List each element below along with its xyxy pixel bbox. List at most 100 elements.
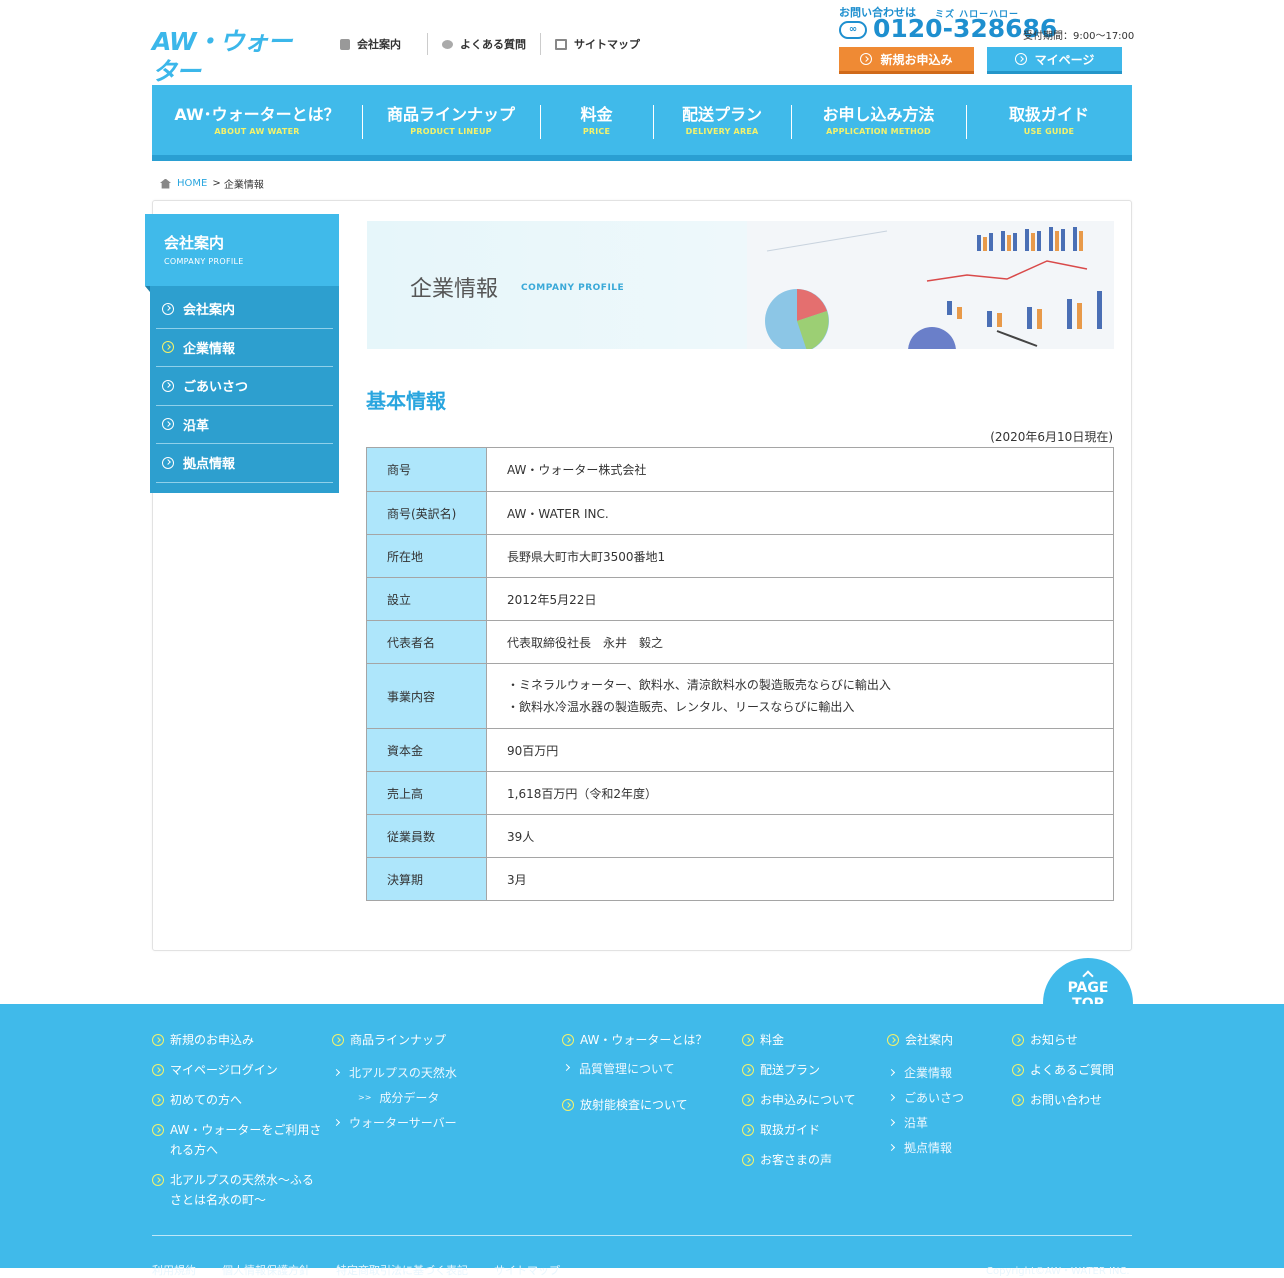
- row-key: 決算期: [366, 857, 487, 901]
- footer-col-5: 会社案内 企業情報 ごあいさつ 沿革 拠点情報: [887, 1030, 1007, 1160]
- row-key: 従業員数: [366, 814, 487, 858]
- footer-link[interactable]: 会社案内: [887, 1030, 1007, 1060]
- company-info-table: 商号 AW・ウォーター株式会社 商号(英訳名) AW・WATER INC. 所在地長…: [366, 447, 1114, 901]
- footer-link[interactable]: マイページログイン: [152, 1060, 322, 1090]
- breadcrumb-separator: >: [212, 178, 221, 189]
- utility-nav: 会社案内 よくある質問 サイトマップ: [340, 33, 654, 55]
- footer-sublink[interactable]: >> 成分データ: [332, 1085, 532, 1110]
- table-row: 事業内容 ・ミネラルウォーター、飲料水、清涼飲料水の製造販売ならびに輸出入 ・飲料…: [366, 663, 1114, 729]
- page-banner: 企業情報 COMPANY PROFILE: [367, 221, 1114, 349]
- table-row: 売上高 1,618百万円（令和2年度）: [366, 771, 1114, 815]
- arrow-icon: [332, 1118, 341, 1127]
- new-application-button[interactable]: 新規お申込み: [839, 47, 974, 74]
- footer-link[interactable]: お問い合わせ: [1012, 1090, 1142, 1120]
- arrow-circle-icon: [162, 302, 174, 315]
- gnav-price[interactable]: 料金 PRICE: [540, 85, 653, 155]
- section-title: 基本情報: [366, 389, 446, 413]
- footer-sublink[interactable]: 品質管理について: [562, 1060, 732, 1095]
- side-nav-header: 会社案内 COMPANY PROFILE: [145, 214, 339, 286]
- footer-link[interactable]: 配送プラン: [742, 1060, 882, 1090]
- side-item-company[interactable]: 会社案内: [156, 290, 333, 329]
- gnav-guide[interactable]: 取扱ガイド USE GUIDE: [966, 85, 1132, 155]
- arrow-circle-icon: [162, 456, 174, 469]
- double-arrow-icon: >>: [358, 1093, 372, 1102]
- footer-link[interactable]: お申込みについて: [742, 1090, 882, 1120]
- arrow-circle-icon: [1012, 1064, 1024, 1076]
- gnav-application[interactable]: お申し込み方法 APPLICATION METHOD: [791, 85, 966, 155]
- footer-link[interactable]: 料金: [742, 1030, 882, 1060]
- arrow-circle-icon: [162, 341, 174, 354]
- footer-sublink[interactable]: ウォーターサーバー: [332, 1110, 532, 1135]
- row-key: 設立: [366, 577, 487, 621]
- row-value: 2012年5月22日: [486, 577, 1114, 621]
- arrow-icon: [562, 1063, 571, 1072]
- arrow-icon: [887, 1068, 896, 1077]
- footer-sublink[interactable]: 拠点情報: [887, 1135, 1007, 1160]
- util-link-company[interactable]: 会社案内: [340, 33, 427, 55]
- footer-link[interactable]: お知らせ: [1012, 1030, 1142, 1060]
- home-icon: [160, 178, 171, 189]
- banner-title: 企業情報: [410, 277, 499, 302]
- arrow-icon: [887, 1118, 896, 1127]
- footer-link[interactable]: 北アルプスの天然水〜ふるさとは名水の町〜: [152, 1170, 322, 1220]
- gnav-products[interactable]: 商品ラインナップ PRODUCT LINEUP: [362, 85, 540, 155]
- as-of-date: (2020年6月10日現在): [990, 430, 1113, 444]
- footer-link[interactable]: 新規のお申込み: [152, 1030, 322, 1060]
- table-row: 資本金 90百万円: [366, 728, 1114, 772]
- gnav-about[interactable]: AW･ウォーターとは？ ABOUT AW WATER: [152, 85, 362, 155]
- footer-sublink[interactable]: 企業情報: [887, 1060, 1007, 1085]
- table-row: 所在地 長野県大町市大町3500番地1: [366, 534, 1114, 578]
- global-nav: AW･ウォーターとは？ ABOUT AW WATER 商品ラインナップ PRODUC…: [152, 85, 1132, 161]
- arrow-circle-icon: [1012, 1094, 1024, 1106]
- footer-link[interactable]: AW・ウォーターとは？: [562, 1030, 732, 1060]
- arrow-circle-icon: [162, 379, 174, 392]
- footer-sublink[interactable]: 沿革: [887, 1110, 1007, 1135]
- arrow-circle-icon: [742, 1154, 754, 1166]
- gnav-delivery[interactable]: 配送プラン DELIVERY AREA: [653, 85, 791, 155]
- business-line-2: ・飲料水冷温水器の製造販売、レンタル、リースならびに輸出入: [507, 700, 855, 714]
- phone-contact[interactable]: お問い合わせは ミズ ハローハロー ∞ 0120-328686 受付期間：9:0…: [839, 4, 1134, 44]
- breadcrumb-current: 企業情報: [223, 180, 264, 191]
- side-item-corporate-info[interactable]: 企業情報: [156, 329, 333, 367]
- arrow-circle-icon: [162, 418, 174, 431]
- side-nav-subtitle: COMPANY PROFILE: [164, 257, 244, 266]
- arrow-circle-icon: [562, 1034, 574, 1046]
- footer-privacy-link[interactable]: 個人情報保護方針: [222, 1262, 310, 1278]
- arrow-circle-icon: [152, 1034, 164, 1046]
- row-key: 商号(英訳名): [366, 491, 487, 535]
- footer-link[interactable]: 商品ラインナップ: [332, 1030, 532, 1060]
- footer-sitemap-link[interactable]: サイトマップ: [494, 1262, 560, 1278]
- footer-link[interactable]: 取扱ガイド: [742, 1120, 882, 1150]
- row-value: 39人: [486, 814, 1114, 858]
- footer-link[interactable]: よくあるご質問: [1012, 1060, 1142, 1090]
- row-value: ・ミネラルウォーター、飲料水、清涼飲料水の製造販売ならびに輸出入 ・飲料水冷温水器…: [486, 663, 1114, 729]
- footer-sublink[interactable]: ごあいさつ: [887, 1085, 1007, 1110]
- banner-subtitle: COMPANY PROFILE: [521, 283, 625, 293]
- footer-link[interactable]: 初めての方へ: [152, 1090, 322, 1120]
- arrow-icon: [887, 1093, 896, 1102]
- util-link-sitemap[interactable]: サイトマップ: [540, 33, 654, 55]
- arrow-icon: [887, 1143, 896, 1152]
- breadcrumb-home[interactable]: HOME: [177, 178, 207, 189]
- footer-link[interactable]: お客さまの声: [742, 1150, 882, 1180]
- table-row: 商号 AW・ウォーター株式会社: [366, 447, 1114, 492]
- arrow-circle-icon: [1014, 53, 1027, 65]
- mypage-button[interactable]: マイページ: [987, 47, 1122, 74]
- footer-link[interactable]: AW・ウォーターをご利用される方へ: [152, 1120, 322, 1170]
- arrow-circle-icon: [332, 1034, 344, 1046]
- site-logo[interactable]: AW・ウォーター: [152, 27, 304, 86]
- footer-link[interactable]: 放射能検査について: [562, 1095, 732, 1125]
- side-item-locations[interactable]: 拠点情報: [156, 444, 333, 483]
- footer-sublink[interactable]: 北アルプスの天然水: [332, 1060, 532, 1085]
- footer-commerce-law-link[interactable]: 特定商取引法に基づく表記: [336, 1262, 468, 1278]
- side-item-history[interactable]: 沿革: [156, 406, 333, 444]
- util-link-faq[interactable]: よくある質問: [427, 33, 540, 55]
- table-row: 設立 2012年5月22日: [366, 577, 1114, 621]
- row-value: 3月: [486, 857, 1114, 901]
- side-item-greeting[interactable]: ごあいさつ: [156, 367, 333, 406]
- footer-terms-link[interactable]: 利用規約: [152, 1262, 196, 1278]
- arrow-circle-icon: [742, 1124, 754, 1136]
- row-value: 90百万円: [486, 728, 1114, 772]
- row-key: 代表者名: [366, 620, 487, 664]
- footer-col-6: お知らせ よくあるご質問 お問い合わせ: [1012, 1030, 1142, 1120]
